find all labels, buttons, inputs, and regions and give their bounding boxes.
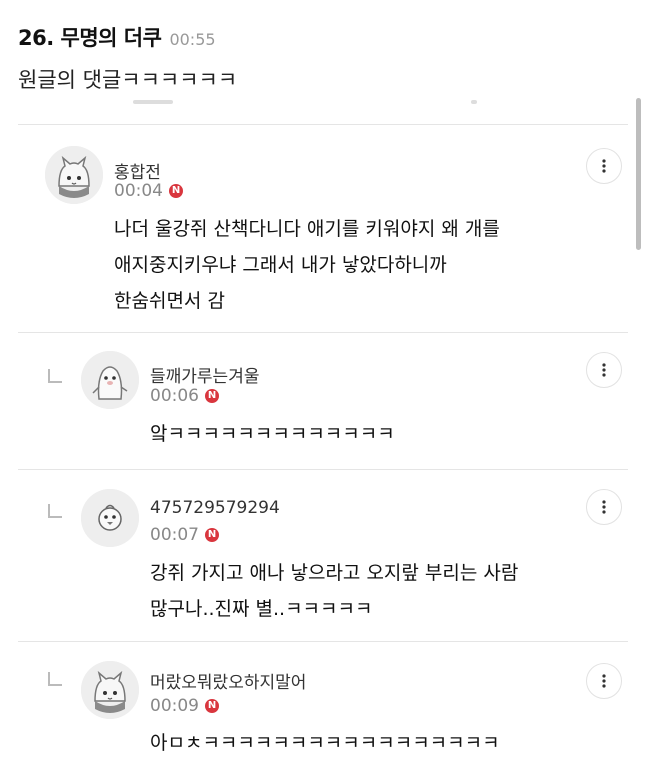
comment-meta: 00:04 N xyxy=(114,181,183,201)
chick-icon xyxy=(81,489,139,547)
vertical-dots-icon xyxy=(602,674,606,688)
comment-text: 아ㅁㅊㅋㅋㅋㅋㅋㅋㅋㅋㅋㅋㅋㅋㅋㅋㅋㅋㅋ xyxy=(150,732,500,754)
new-badge: N xyxy=(169,184,183,198)
more-options-button[interactable] xyxy=(586,148,622,184)
comment-meta: 00:06 N xyxy=(150,386,219,406)
new-badge: N xyxy=(205,389,219,403)
cut-off-text xyxy=(133,100,173,104)
reply-arrow-icon xyxy=(48,504,62,518)
vertical-dots-icon xyxy=(602,363,606,377)
avatar[interactable] xyxy=(81,489,139,547)
reply-arrow-icon xyxy=(48,672,62,686)
comment-meta: 00:09 N xyxy=(150,696,219,716)
post-body: 원글의 댓글ㅋㅋㅋㅋㅋㅋ xyxy=(18,68,238,92)
comment-thread: 홍합전 00:04 N 나더 울강쥐 산책다니다 애기를 키워야지 왜 개를 애… xyxy=(18,100,628,775)
comment-time: 00:04 xyxy=(114,181,163,201)
avatar[interactable] xyxy=(81,351,139,409)
comment-author[interactable]: 머랐오뭐랐오하지말어 xyxy=(150,668,306,693)
comment: 홍합전 00:04 N 나더 울강쥐 산책다니다 애기를 키워야지 왜 개를 애… xyxy=(18,124,628,332)
post-header: 26. 무명의 더쿠 00:55 xyxy=(18,22,216,52)
scrollbar[interactable] xyxy=(636,98,641,250)
comment-author[interactable]: 들깨가루는겨울 xyxy=(150,362,259,387)
comment-meta: 00:07 N xyxy=(150,525,219,545)
avatar[interactable] xyxy=(45,146,103,204)
more-options-button[interactable] xyxy=(586,663,622,699)
cut-off-text xyxy=(471,100,477,104)
post-title: 26. 무명의 더쿠 xyxy=(18,26,162,50)
comment-time: 00:09 xyxy=(150,696,199,716)
cat-face-icon xyxy=(45,146,103,204)
new-badge: N xyxy=(205,699,219,713)
comment-author[interactable]: 475729579294 xyxy=(150,498,280,518)
penguin-icon xyxy=(81,351,139,409)
cat-face-icon xyxy=(81,661,139,719)
reply-comment: 들깨가루는겨울 00:06 N 앜ㅋㅋㅋㅋㅋㅋㅋㅋㅋㅋㅋㅋㅋ xyxy=(18,332,628,469)
reply-comment: 475729579294 00:07 N 강쥐 가지고 애나 낳으라고 오지랖 … xyxy=(18,469,628,641)
vertical-dots-icon xyxy=(602,500,606,514)
comment-author[interactable]: 홍합전 xyxy=(114,158,161,183)
avatar[interactable] xyxy=(81,661,139,719)
comment-time: 00:07 xyxy=(150,525,199,545)
comment-text: 나더 울강쥐 산책다니다 애기를 키워야지 왜 개를 애지중지키우냐 그래서 내… xyxy=(114,218,500,312)
comment-text: 강쥐 가지고 애나 낳으라고 오지랖 부리는 사람 많구나..진짜 별..ㅋㅋㅋ… xyxy=(150,562,519,620)
more-options-button[interactable] xyxy=(586,489,622,525)
comment-time: 00:06 xyxy=(150,386,199,406)
comment-text: 앜ㅋㅋㅋㅋㅋㅋㅋㅋㅋㅋㅋㅋㅋ xyxy=(150,423,395,445)
more-options-button[interactable] xyxy=(586,352,622,388)
reply-comment: 머랐오뭐랐오하지말어 00:09 N 아ㅁㅊㅋㅋㅋㅋㅋㅋㅋㅋㅋㅋㅋㅋㅋㅋㅋㅋㅋ xyxy=(18,641,628,775)
reply-arrow-icon xyxy=(48,369,62,383)
vertical-dots-icon xyxy=(602,159,606,173)
new-badge: N xyxy=(205,528,219,542)
post-time: 00:55 xyxy=(169,30,216,49)
